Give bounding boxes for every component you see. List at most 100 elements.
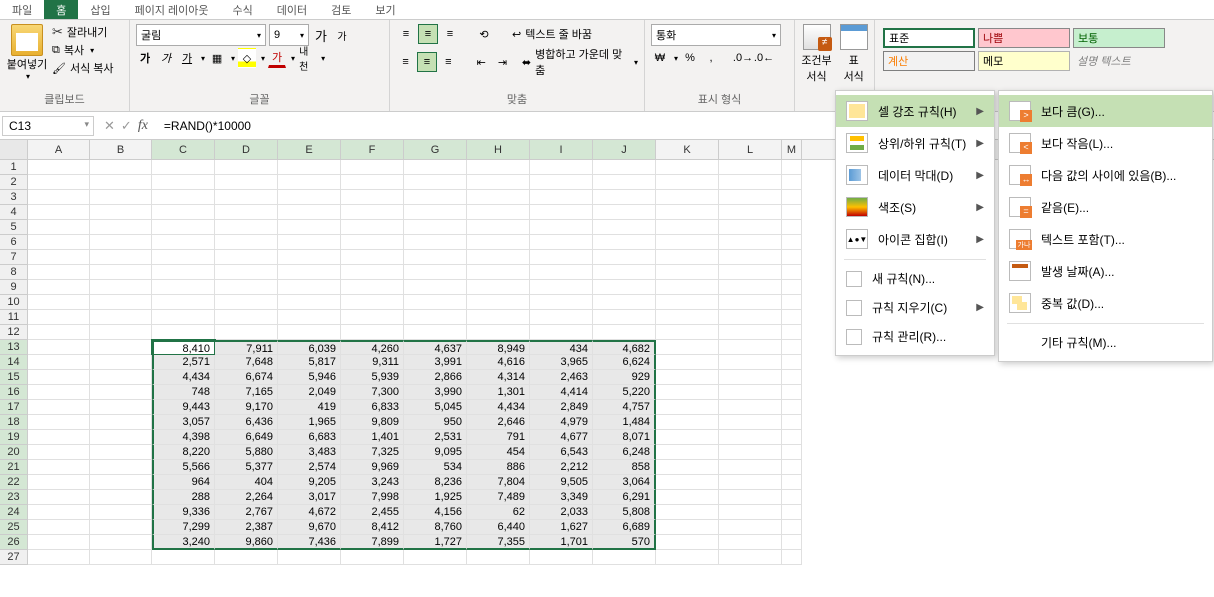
cell-D18[interactable]: 6,436 xyxy=(215,415,278,430)
decrease-decimal-button[interactable]: .0← xyxy=(755,48,773,68)
cell-E23[interactable]: 3,017 xyxy=(278,490,341,505)
cell-C18[interactable]: 3,057 xyxy=(152,415,215,430)
cell-K19[interactable] xyxy=(656,430,719,445)
cell-D25[interactable]: 2,387 xyxy=(215,520,278,535)
cell-A2[interactable] xyxy=(28,175,90,190)
cell-A24[interactable] xyxy=(28,505,90,520)
cell-I19[interactable]: 4,677 xyxy=(530,430,593,445)
cell-I6[interactable] xyxy=(530,235,593,250)
cell-H24[interactable]: 62 xyxy=(467,505,530,520)
cell-K18[interactable] xyxy=(656,415,719,430)
cell-M18[interactable] xyxy=(782,415,802,430)
cell-B7[interactable] xyxy=(90,250,152,265)
cell-D19[interactable]: 6,649 xyxy=(215,430,278,445)
cell-E4[interactable] xyxy=(278,205,341,220)
cell-D23[interactable]: 2,264 xyxy=(215,490,278,505)
cell-A21[interactable] xyxy=(28,460,90,475)
cell-K10[interactable] xyxy=(656,295,719,310)
cell-H23[interactable]: 7,489 xyxy=(467,490,530,505)
cell-B15[interactable] xyxy=(90,370,152,385)
cell-H3[interactable] xyxy=(467,190,530,205)
cell-I2[interactable] xyxy=(530,175,593,190)
cell-G12[interactable] xyxy=(404,325,467,340)
cell-L5[interactable] xyxy=(719,220,782,235)
cell-J13[interactable]: 4,682 xyxy=(593,340,656,355)
cell-H20[interactable]: 454 xyxy=(467,445,530,460)
cell-J18[interactable]: 1,484 xyxy=(593,415,656,430)
cell-E26[interactable]: 7,436 xyxy=(278,535,341,550)
decrease-indent-button[interactable]: ⇤ xyxy=(472,52,491,72)
cell-J1[interactable] xyxy=(593,160,656,175)
cell-F24[interactable]: 2,455 xyxy=(341,505,404,520)
cell-I21[interactable]: 2,212 xyxy=(530,460,593,475)
cell-C1[interactable] xyxy=(152,160,215,175)
equal-to-item[interactable]: 같음(E)... xyxy=(999,191,1212,223)
column-header-D[interactable]: D xyxy=(215,140,278,159)
cell-D4[interactable] xyxy=(215,205,278,220)
cell-K8[interactable] xyxy=(656,265,719,280)
row-header-14[interactable]: 14 xyxy=(0,355,28,370)
cell-D2[interactable] xyxy=(215,175,278,190)
cell-A17[interactable] xyxy=(28,400,90,415)
cell-L19[interactable] xyxy=(719,430,782,445)
cell-G7[interactable] xyxy=(404,250,467,265)
cell-D6[interactable] xyxy=(215,235,278,250)
cell-E18[interactable]: 1,965 xyxy=(278,415,341,430)
cell-D24[interactable]: 2,767 xyxy=(215,505,278,520)
cell-A6[interactable] xyxy=(28,235,90,250)
row-header-15[interactable]: 15 xyxy=(0,370,28,385)
cell-J19[interactable]: 8,071 xyxy=(593,430,656,445)
cell-C5[interactable] xyxy=(152,220,215,235)
cell-K27[interactable] xyxy=(656,550,719,565)
cell-M10[interactable] xyxy=(782,295,802,310)
row-header-5[interactable]: 5 xyxy=(0,220,28,235)
cell-M26[interactable] xyxy=(782,535,802,550)
cell-E20[interactable]: 3,483 xyxy=(278,445,341,460)
cell-H14[interactable]: 4,616 xyxy=(467,355,530,370)
cell-C6[interactable] xyxy=(152,235,215,250)
cell-G16[interactable]: 3,990 xyxy=(404,385,467,400)
cell-B8[interactable] xyxy=(90,265,152,280)
cell-C10[interactable] xyxy=(152,295,215,310)
tab-검토[interactable]: 검토 xyxy=(319,0,363,19)
cell-E3[interactable] xyxy=(278,190,341,205)
cell-H7[interactable] xyxy=(467,250,530,265)
cell-I27[interactable] xyxy=(530,550,593,565)
cell-M16[interactable] xyxy=(782,385,802,400)
cell-I5[interactable] xyxy=(530,220,593,235)
cell-I23[interactable]: 3,349 xyxy=(530,490,593,505)
cell-G24[interactable]: 4,156 xyxy=(404,505,467,520)
column-header-L[interactable]: L xyxy=(719,140,782,159)
cell-F18[interactable]: 9,809 xyxy=(341,415,404,430)
cell-H1[interactable] xyxy=(467,160,530,175)
cell-H16[interactable]: 1,301 xyxy=(467,385,530,400)
cell-M24[interactable] xyxy=(782,505,802,520)
orientation-button[interactable]: ⟲ xyxy=(474,24,494,44)
cell-I15[interactable]: 2,463 xyxy=(530,370,593,385)
cell-F4[interactable] xyxy=(341,205,404,220)
cell-A23[interactable] xyxy=(28,490,90,505)
cell-B10[interactable] xyxy=(90,295,152,310)
row-header-6[interactable]: 6 xyxy=(0,235,28,250)
cell-A14[interactable] xyxy=(28,355,90,370)
cell-B18[interactable] xyxy=(90,415,152,430)
cell-L10[interactable] xyxy=(719,295,782,310)
cell-L7[interactable] xyxy=(719,250,782,265)
cell-C12[interactable] xyxy=(152,325,215,340)
cell-E16[interactable]: 2,049 xyxy=(278,385,341,400)
cell-E13[interactable]: 6,039 xyxy=(278,340,341,355)
cell-B21[interactable] xyxy=(90,460,152,475)
cell-K22[interactable] xyxy=(656,475,719,490)
cell-B25[interactable] xyxy=(90,520,152,535)
cell-I13[interactable]: 434 xyxy=(530,340,593,355)
style-calc[interactable]: 계산 xyxy=(883,51,975,71)
cell-G15[interactable]: 2,866 xyxy=(404,370,467,385)
cell-G13[interactable]: 4,637 xyxy=(404,340,467,355)
cell-F19[interactable]: 1,401 xyxy=(341,430,404,445)
cell-F23[interactable]: 7,998 xyxy=(341,490,404,505)
tab-보기[interactable]: 보기 xyxy=(363,0,407,19)
row-header-12[interactable]: 12 xyxy=(0,325,28,340)
cell-D22[interactable]: 404 xyxy=(215,475,278,490)
cell-C3[interactable] xyxy=(152,190,215,205)
cell-F14[interactable]: 9,311 xyxy=(341,355,404,370)
